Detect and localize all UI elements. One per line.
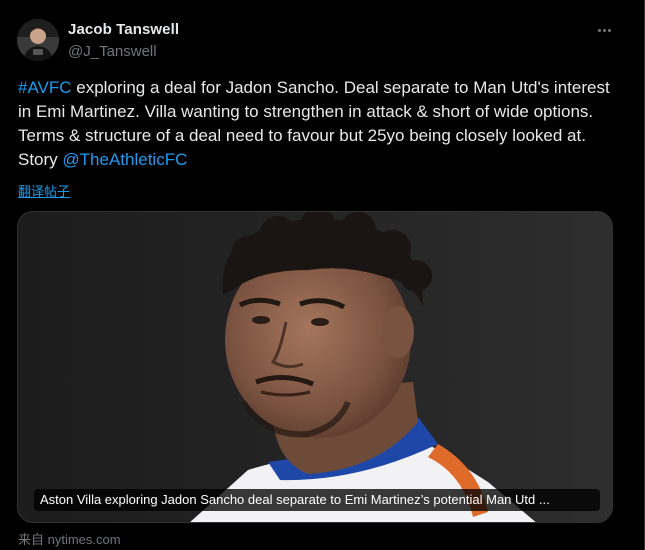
card-caption: Aston Villa exploring Jadon Sancho deal …: [34, 489, 600, 511]
tweet-container: Jacob Tanswell @J_Tanswell #AVFC explori…: [0, 0, 645, 550]
more-dot: [607, 28, 611, 32]
translate-post-link[interactable]: 翻译帖子: [18, 181, 70, 200]
author-handle[interactable]: @J_Tanswell: [68, 43, 157, 60]
author-avatar[interactable]: [17, 19, 59, 61]
tweet-text: #AVFC exploring a deal for Jadon Sancho.…: [18, 76, 618, 172]
more-dot: [602, 28, 606, 32]
hashtag-link[interactable]: #AVFC: [18, 78, 72, 97]
link-card[interactable]: Aston Villa exploring Jadon Sancho deal …: [17, 211, 613, 523]
author-name[interactable]: Jacob Tanswell: [68, 21, 179, 38]
mention-link[interactable]: @TheAthleticFC: [62, 150, 187, 169]
card-source[interactable]: 来自 nytimes.com: [18, 529, 121, 548]
player-photo: [18, 212, 612, 522]
more-options-icon[interactable]: [592, 18, 616, 42]
avatar-photo-icon: [17, 19, 59, 61]
more-dot: [597, 28, 601, 32]
